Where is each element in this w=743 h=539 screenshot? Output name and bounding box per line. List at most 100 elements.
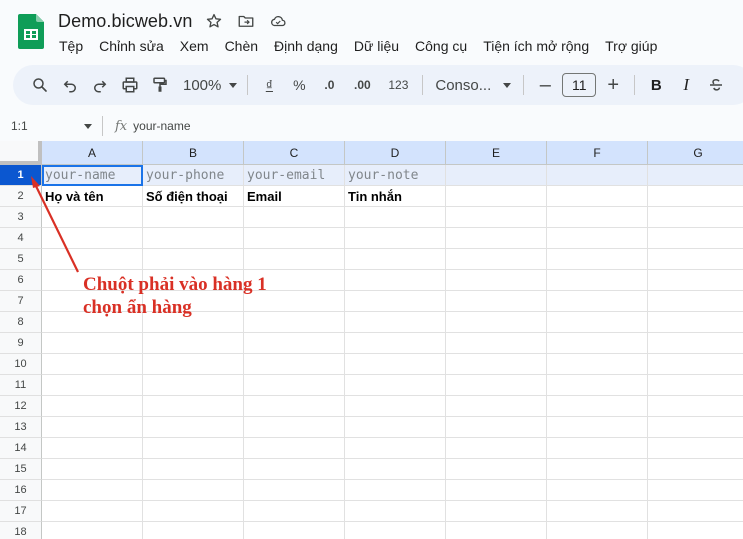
name-box[interactable]: 1:1: [0, 114, 100, 138]
menu-file[interactable]: Tệp: [59, 36, 83, 56]
table-cell[interactable]: [446, 333, 547, 354]
table-cell[interactable]: [345, 270, 446, 291]
table-cell[interactable]: [244, 375, 345, 396]
move-folder-icon[interactable]: [236, 11, 256, 31]
zoom-select[interactable]: 100%: [183, 71, 238, 99]
table-cell[interactable]: [446, 501, 547, 522]
table-cell[interactable]: [547, 480, 648, 501]
percent-format-button[interactable]: %: [284, 71, 314, 99]
paint-format-icon[interactable]: [145, 71, 175, 99]
table-cell[interactable]: [345, 501, 446, 522]
row-header-2[interactable]: 2: [0, 186, 42, 207]
table-cell[interactable]: [345, 291, 446, 312]
strikethrough-icon[interactable]: [701, 71, 731, 99]
bold-button[interactable]: B: [641, 71, 671, 99]
table-cell[interactable]: [648, 417, 743, 438]
menu-extensions[interactable]: Tiện ích mở rộng: [483, 36, 589, 56]
table-cell[interactable]: [446, 354, 547, 375]
table-cell[interactable]: [446, 459, 547, 480]
table-cell[interactable]: [648, 312, 743, 333]
table-cell[interactable]: [446, 417, 547, 438]
select-all-corner[interactable]: [0, 141, 42, 165]
table-cell[interactable]: [143, 522, 244, 539]
table-cell[interactable]: [648, 249, 743, 270]
cell-a1[interactable]: your-name: [42, 165, 143, 186]
table-cell[interactable]: [648, 438, 743, 459]
table-cell[interactable]: [143, 333, 244, 354]
table-cell[interactable]: [345, 207, 446, 228]
menu-view[interactable]: Xem: [180, 36, 209, 56]
table-cell[interactable]: [42, 333, 143, 354]
table-cell[interactable]: [547, 312, 648, 333]
undo-icon[interactable]: [55, 71, 85, 99]
table-cell[interactable]: [143, 438, 244, 459]
table-cell[interactable]: [547, 501, 648, 522]
table-cell[interactable]: [648, 207, 743, 228]
cell-g2[interactable]: [648, 186, 743, 207]
table-cell[interactable]: [143, 459, 244, 480]
table-cell[interactable]: [345, 333, 446, 354]
table-cell[interactable]: [244, 228, 345, 249]
table-cell[interactable]: [446, 228, 547, 249]
menu-tools[interactable]: Công cụ: [415, 36, 467, 56]
row-header-11[interactable]: 11: [0, 375, 42, 396]
number-format-button[interactable]: 123: [380, 71, 416, 99]
table-cell[interactable]: [345, 438, 446, 459]
table-cell[interactable]: [42, 480, 143, 501]
table-cell[interactable]: [648, 375, 743, 396]
cloud-status-icon[interactable]: [268, 11, 288, 31]
table-cell[interactable]: [143, 228, 244, 249]
column-header-b[interactable]: B: [143, 141, 244, 165]
table-cell[interactable]: [143, 501, 244, 522]
row-header-18[interactable]: 18: [0, 522, 42, 539]
table-cell[interactable]: [143, 354, 244, 375]
table-cell[interactable]: [345, 459, 446, 480]
table-cell[interactable]: [42, 375, 143, 396]
table-cell[interactable]: [648, 228, 743, 249]
name-box-caret-icon[interactable]: [84, 124, 92, 129]
table-cell[interactable]: [547, 249, 648, 270]
column-header-f[interactable]: F: [547, 141, 648, 165]
table-cell[interactable]: [244, 417, 345, 438]
cell-b2[interactable]: Số điện thoại: [143, 186, 244, 207]
table-cell[interactable]: [648, 396, 743, 417]
table-cell[interactable]: [547, 459, 648, 480]
table-cell[interactable]: [446, 480, 547, 501]
table-cell[interactable]: [42, 459, 143, 480]
column-header-g[interactable]: G: [648, 141, 743, 165]
table-cell[interactable]: [648, 354, 743, 375]
table-cell[interactable]: [345, 396, 446, 417]
table-cell[interactable]: [547, 396, 648, 417]
table-cell[interactable]: [42, 354, 143, 375]
table-cell[interactable]: [547, 375, 648, 396]
table-cell[interactable]: [143, 375, 244, 396]
document-title[interactable]: Demo.bicweb.vn: [58, 11, 192, 32]
menu-format[interactable]: Định dạng: [274, 36, 338, 56]
table-cell[interactable]: [547, 270, 648, 291]
table-cell[interactable]: [648, 333, 743, 354]
table-cell[interactable]: [345, 522, 446, 539]
table-cell[interactable]: [244, 480, 345, 501]
print-icon[interactable]: [115, 71, 145, 99]
cell-c2[interactable]: Email: [244, 186, 345, 207]
table-cell[interactable]: [547, 354, 648, 375]
table-cell[interactable]: [345, 249, 446, 270]
row-header-17[interactable]: 17: [0, 501, 42, 522]
table-cell[interactable]: [42, 501, 143, 522]
menu-data[interactable]: Dữ liệu: [354, 36, 399, 56]
table-cell[interactable]: [244, 249, 345, 270]
table-cell[interactable]: [547, 207, 648, 228]
row-header-14[interactable]: 14: [0, 438, 42, 459]
cell-f1[interactable]: [547, 165, 648, 186]
increase-font-size-icon[interactable]: +: [598, 71, 628, 99]
column-header-e[interactable]: E: [446, 141, 547, 165]
font-family-select[interactable]: Conso...: [435, 71, 512, 99]
table-cell[interactable]: [345, 354, 446, 375]
table-cell[interactable]: [547, 291, 648, 312]
table-cell[interactable]: [648, 270, 743, 291]
table-cell[interactable]: [244, 438, 345, 459]
table-cell[interactable]: [547, 522, 648, 539]
row-header-16[interactable]: 16: [0, 480, 42, 501]
cell-a2[interactable]: Họ và tên: [42, 186, 143, 207]
table-cell[interactable]: [42, 522, 143, 539]
